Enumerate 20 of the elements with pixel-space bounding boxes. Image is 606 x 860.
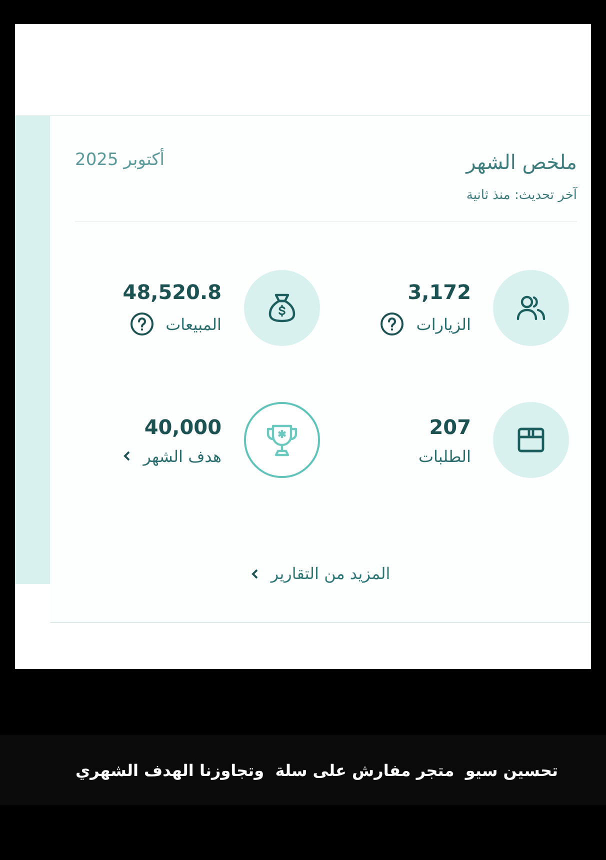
caption-text: تحسين سيو متجر مفارش على سلة وتجاوزنا الهدف الشهري bbox=[75, 760, 558, 780]
help-icon[interactable] bbox=[380, 312, 404, 336]
box-icon bbox=[517, 427, 545, 453]
stat-value: 207 bbox=[428, 414, 471, 438]
stat-value: 40,000 bbox=[143, 414, 222, 438]
more-reports-link[interactable]: المزيد من التقارير bbox=[250, 564, 390, 583]
help-icon[interactable] bbox=[130, 312, 154, 336]
money-bag-icon bbox=[268, 293, 296, 323]
last-updated-text: آخر تحديث: منذ ثانية bbox=[466, 188, 577, 203]
stat-value: 48,520.8 bbox=[122, 280, 222, 304]
people-icon bbox=[516, 293, 546, 323]
card-title: ملخص الشهر bbox=[466, 150, 577, 174]
chevron-icon[interactable] bbox=[123, 450, 132, 462]
stat-label: الزيارات bbox=[416, 314, 471, 334]
stat-value: 3,172 bbox=[406, 280, 471, 304]
chevron-icon bbox=[250, 568, 259, 580]
stat-label: الطلبات bbox=[418, 446, 471, 466]
stat-label: المبيعات bbox=[166, 314, 222, 334]
stat-label: هدف الشهر bbox=[143, 446, 222, 466]
month-label: أكتوبر 2025 bbox=[75, 150, 165, 172]
